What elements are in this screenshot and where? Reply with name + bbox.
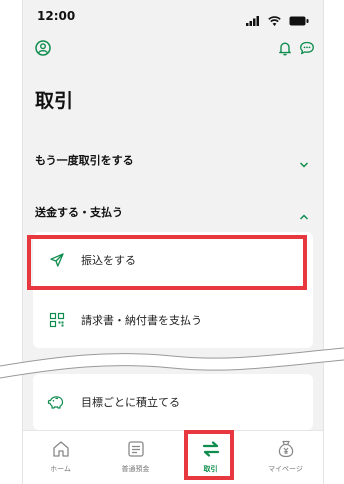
transfer-arrows-icon: [201, 439, 221, 463]
menu-item-label: 振込をする: [81, 254, 136, 267]
account-icon[interactable]: [35, 40, 51, 60]
screen-break-line: [0, 347, 344, 379]
tab-transactions[interactable]: 取引: [173, 431, 248, 484]
chat-icon[interactable]: [299, 40, 315, 60]
phone-screen: 12:00 取引 もう一度取引をする 送金する・支払う 振込をする 請求書・納付…: [22, 0, 324, 484]
status-bar: 12:00: [23, 0, 323, 34]
battery-icon: [289, 16, 309, 25]
piggy-bank-icon: [47, 394, 65, 414]
section-label: 送金する・支払う: [35, 206, 123, 219]
qr-code-icon: [49, 312, 65, 332]
section-repeat-transaction[interactable]: もう一度取引をする: [23, 140, 323, 180]
menu-item-transfer[interactable]: 振込をする: [33, 232, 313, 288]
tab-label: マイページ: [268, 465, 303, 473]
bell-icon[interactable]: [277, 40, 293, 60]
money-bag-icon: [276, 439, 296, 463]
menu-item-goal-savings[interactable]: 目標ごとに積立てる: [33, 374, 313, 430]
status-icons: [243, 10, 309, 29]
top-action-bar: [23, 40, 323, 62]
chevron-up-icon: [299, 206, 309, 225]
send-pay-menu: 振込をする 請求書・納付書を支払う: [33, 232, 313, 348]
tab-savings[interactable]: 普通預金: [98, 431, 173, 484]
tab-home[interactable]: ホーム: [23, 431, 98, 484]
wifi-icon: [268, 15, 281, 26]
tab-label: ホーム: [50, 465, 71, 473]
passbook-icon: [126, 439, 146, 463]
signal-icon: [245, 15, 259, 26]
section-send-pay[interactable]: 送金する・支払う: [23, 192, 323, 232]
status-time: 12:00: [37, 9, 76, 23]
tab-label: 普通預金: [121, 465, 150, 473]
chevron-down-icon: [299, 154, 309, 173]
tab-label: 取引: [203, 465, 218, 473]
tab-mypage[interactable]: マイページ: [248, 431, 323, 484]
menu-item-label: 目標ごとに積立てる: [81, 396, 180, 409]
home-icon: [51, 439, 71, 463]
tab-bar: ホーム 普通預金 取引 マイページ: [23, 430, 323, 484]
section-label: もう一度取引をする: [35, 154, 134, 167]
menu-item-label: 請求書・納付書を支払う: [81, 314, 202, 327]
page-title: 取引: [35, 90, 74, 112]
send-icon: [49, 252, 65, 272]
